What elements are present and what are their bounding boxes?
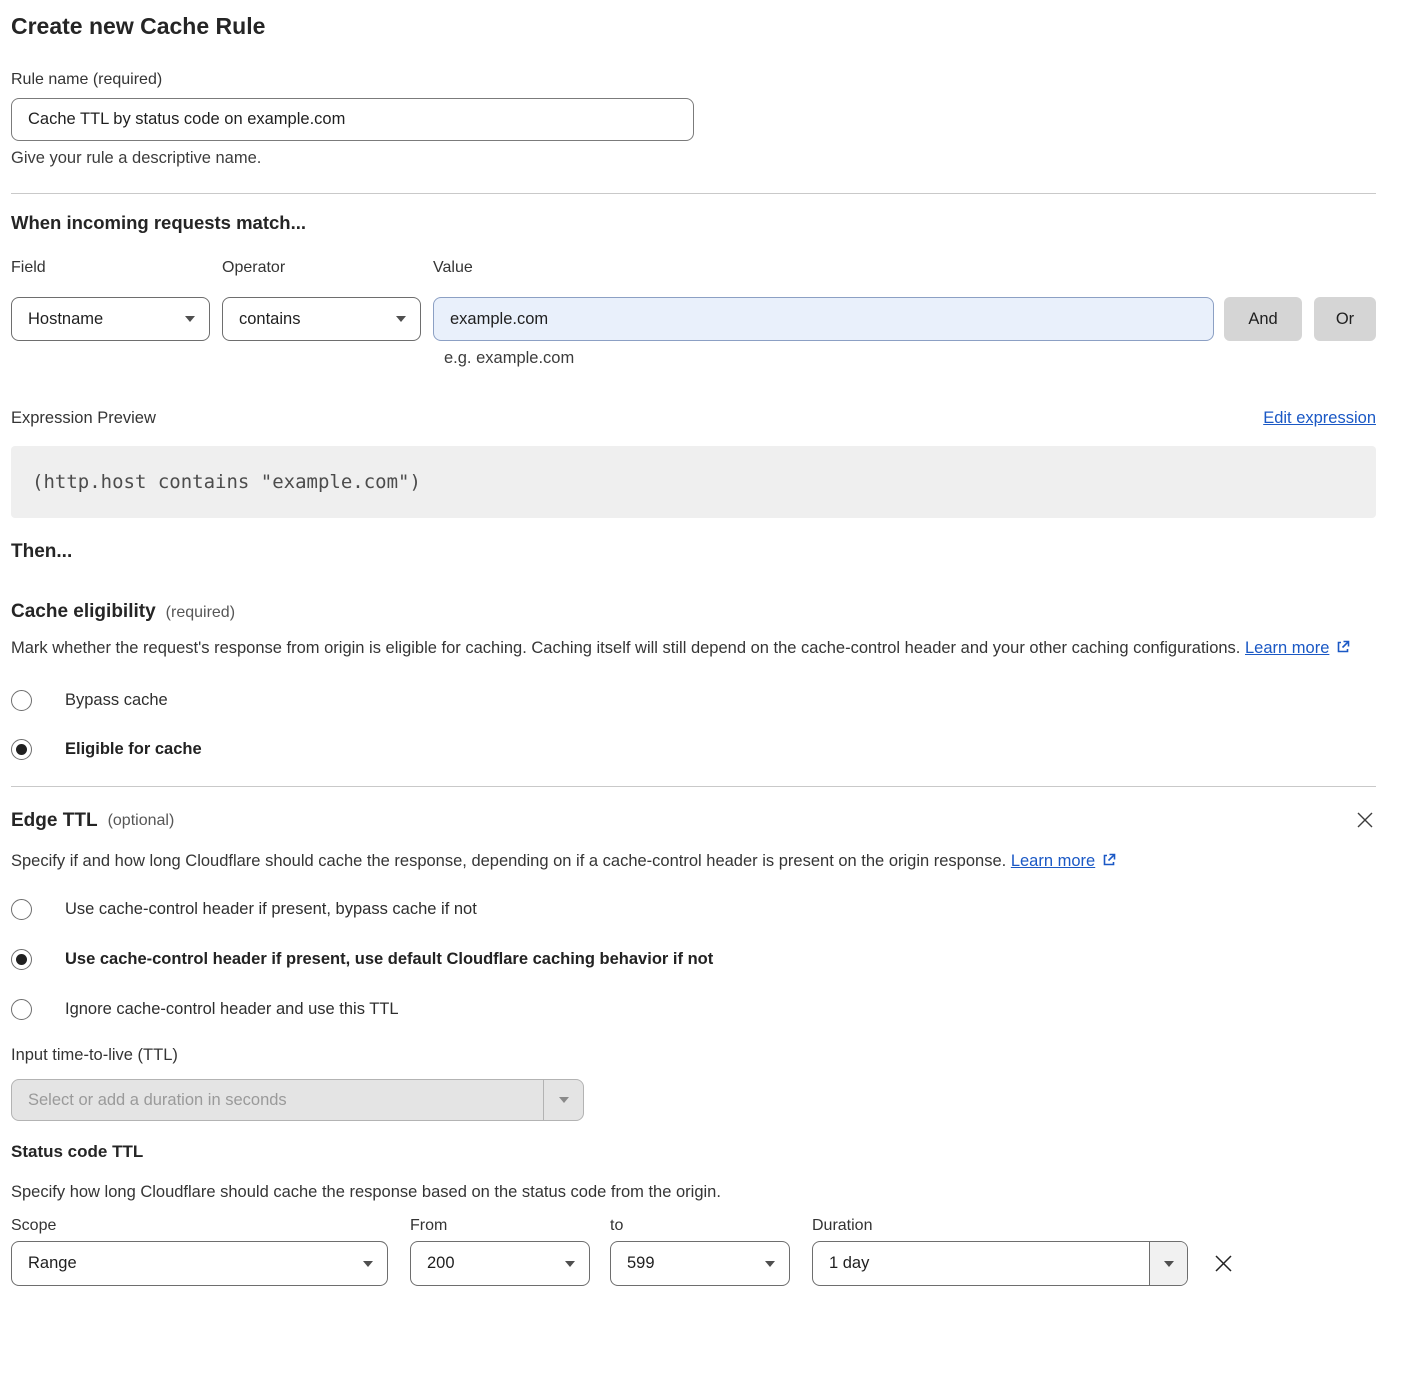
eligible-for-cache-radio[interactable]: Eligible for cache bbox=[11, 735, 1376, 763]
operator-label: Operator bbox=[222, 259, 433, 277]
section-divider bbox=[11, 786, 1376, 787]
edit-expression-link[interactable]: Edit expression bbox=[1263, 409, 1376, 428]
scope-select[interactable]: Range bbox=[11, 1241, 388, 1286]
radio-label: Eligible for cache bbox=[65, 740, 202, 759]
scope-column: Scope Range bbox=[11, 1217, 388, 1286]
edge-ttl-option-default-radio[interactable]: Use cache-control header if present, use… bbox=[11, 945, 1376, 973]
radio-icon bbox=[11, 899, 32, 920]
rule-name-label: Rule name (required) bbox=[11, 70, 1376, 90]
chevron-down-icon bbox=[396, 316, 406, 322]
match-condition-row: Hostname contains And Or bbox=[11, 297, 1376, 341]
to-select[interactable]: 599 bbox=[610, 1241, 790, 1286]
section-divider bbox=[11, 193, 1376, 194]
edge-ttl-header: Edge TTL (optional) bbox=[11, 809, 1376, 833]
radio-label: Use cache-control header if present, use… bbox=[65, 950, 713, 969]
edge-ttl-options: Use cache-control header if present, byp… bbox=[11, 895, 1376, 1023]
chevron-down-icon bbox=[1149, 1242, 1187, 1285]
to-select-value: 599 bbox=[627, 1254, 765, 1273]
value-input[interactable] bbox=[433, 297, 1214, 341]
from-column: From 200 bbox=[410, 1217, 590, 1286]
field-select[interactable]: Hostname bbox=[11, 297, 210, 341]
rule-name-helper: Give your rule a descriptive name. bbox=[11, 148, 1376, 168]
external-link-icon bbox=[1335, 636, 1351, 664]
delete-status-ttl-row-button[interactable] bbox=[1211, 1252, 1235, 1276]
required-label: (required) bbox=[166, 604, 235, 622]
duration-label: Duration bbox=[812, 1217, 1188, 1235]
operator-select-value: contains bbox=[239, 310, 396, 329]
radio-icon bbox=[11, 949, 32, 970]
expression-code: (http.host contains "example.com") bbox=[32, 471, 421, 493]
edge-ttl-option-ignore-radio[interactable]: Ignore cache-control header and use this… bbox=[11, 995, 1376, 1023]
value-helper: e.g. example.com bbox=[444, 349, 1376, 368]
external-link-icon bbox=[1101, 849, 1117, 877]
then-heading: Then... bbox=[11, 540, 1376, 564]
radio-label: Use cache-control header if present, byp… bbox=[65, 900, 477, 919]
status-code-ttl-heading: Status code TTL bbox=[11, 1141, 1376, 1163]
duration-column: Duration 1 day bbox=[812, 1217, 1188, 1286]
duration-select[interactable]: 1 day bbox=[812, 1241, 1188, 1286]
to-label: to bbox=[610, 1217, 790, 1235]
edge-ttl-option-bypass-radio[interactable]: Use cache-control header if present, byp… bbox=[11, 895, 1376, 923]
close-edge-ttl-button[interactable] bbox=[1354, 810, 1376, 832]
chevron-down-icon bbox=[185, 316, 195, 322]
rule-name-input[interactable] bbox=[11, 98, 694, 141]
cache-eligibility-options: Bypass cache Eligible for cache bbox=[11, 686, 1376, 763]
from-label: From bbox=[410, 1217, 590, 1235]
radio-icon bbox=[11, 739, 32, 760]
status-code-ttl-row: Scope Range From 200 to 599 Duration 1 d… bbox=[11, 1217, 1376, 1286]
radio-label: Ignore cache-control header and use this… bbox=[65, 1000, 399, 1019]
create-cache-rule-form: Create new Cache Rule Rule name (require… bbox=[0, 0, 1412, 1286]
from-select[interactable]: 200 bbox=[410, 1241, 590, 1286]
cache-eligibility-description-text: Mark whether the request's response from… bbox=[11, 639, 1240, 657]
match-column-labels: Field Operator Value bbox=[11, 259, 1376, 277]
chevron-down-icon bbox=[565, 1261, 575, 1267]
expression-preview-header: Expression Preview Edit expression bbox=[11, 406, 1376, 430]
chevron-down-icon bbox=[765, 1261, 775, 1267]
and-button[interactable]: And bbox=[1224, 297, 1302, 341]
page-title: Create new Cache Rule bbox=[11, 12, 1376, 40]
cache-eligibility-heading: Cache eligibility bbox=[11, 600, 156, 624]
value-label: Value bbox=[433, 259, 473, 277]
radio-icon bbox=[11, 999, 32, 1020]
field-select-value: Hostname bbox=[28, 310, 185, 329]
or-button[interactable]: Or bbox=[1314, 297, 1376, 341]
chevron-down-icon bbox=[543, 1080, 583, 1120]
edge-ttl-description-text: Specify if and how long Cloudflare shoul… bbox=[11, 852, 1006, 870]
cache-eligibility-header: Cache eligibility (required) bbox=[11, 600, 1376, 624]
expression-preview-box: (http.host contains "example.com") bbox=[11, 446, 1376, 518]
radio-label: Bypass cache bbox=[65, 691, 168, 710]
edge-ttl-heading: Edge TTL bbox=[11, 809, 98, 833]
operator-select[interactable]: contains bbox=[222, 297, 421, 341]
expression-preview-label: Expression Preview bbox=[11, 406, 156, 430]
scope-label: Scope bbox=[11, 1217, 388, 1235]
ttl-duration-placeholder: Select or add a duration in seconds bbox=[12, 1091, 543, 1110]
learn-more-link[interactable]: Learn more bbox=[1011, 852, 1095, 870]
bypass-cache-radio[interactable]: Bypass cache bbox=[11, 686, 1376, 714]
cache-eligibility-description: Mark whether the request's response from… bbox=[11, 634, 1356, 664]
match-heading: When incoming requests match... bbox=[11, 211, 1376, 235]
learn-more-link[interactable]: Learn more bbox=[1245, 639, 1329, 657]
chevron-down-icon bbox=[363, 1261, 373, 1267]
to-column: to 599 bbox=[610, 1217, 790, 1286]
status-code-ttl-description: Specify how long Cloudflare should cache… bbox=[11, 1181, 1376, 1203]
from-select-value: 200 bbox=[427, 1254, 565, 1273]
optional-label: (optional) bbox=[108, 812, 175, 830]
duration-select-value: 1 day bbox=[813, 1242, 1149, 1285]
field-label: Field bbox=[11, 259, 222, 277]
ttl-input-label: Input time-to-live (TTL) bbox=[11, 1045, 1376, 1065]
ttl-duration-select: Select or add a duration in seconds bbox=[11, 1079, 584, 1121]
scope-select-value: Range bbox=[28, 1254, 363, 1273]
edge-ttl-description: Specify if and how long Cloudflare shoul… bbox=[11, 847, 1121, 877]
radio-icon bbox=[11, 690, 32, 711]
